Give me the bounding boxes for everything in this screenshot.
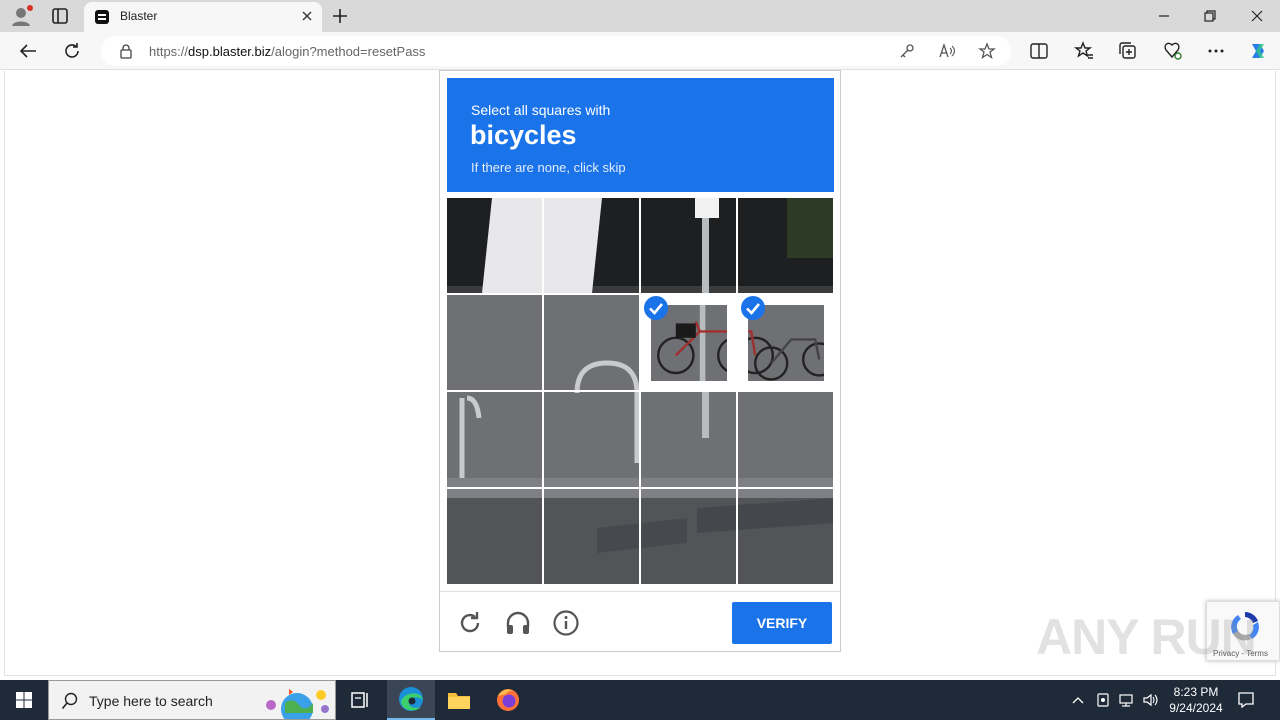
browser-tab-bar: Blaster: [0, 0, 1280, 32]
task-view-icon[interactable]: [336, 680, 384, 720]
close-tab-icon[interactable]: [300, 9, 314, 23]
blaster-favicon-icon: [95, 10, 109, 24]
show-hidden-icons-icon[interactable]: [1070, 692, 1086, 708]
captcha-tile-image: [544, 295, 639, 390]
captcha-tile[interactable]: [641, 295, 736, 390]
captcha-tile[interactable]: [738, 295, 833, 390]
volume-icon[interactable]: [1142, 692, 1158, 708]
anyrun-watermark: ANY RUN: [1036, 609, 1257, 665]
captcha-tile-image: [544, 489, 639, 584]
read-aloud-icon[interactable]: [938, 42, 956, 60]
captcha-tile[interactable]: [641, 392, 736, 487]
network-icon[interactable]: [1118, 692, 1134, 708]
windows-start-icon[interactable]: [0, 680, 48, 720]
minimize-icon[interactable]: [1154, 6, 1174, 26]
url-prefix: https://: [149, 44, 189, 59]
new-tab-icon[interactable]: [330, 6, 350, 26]
restore-icon[interactable]: [1200, 6, 1220, 26]
back-icon[interactable]: [17, 40, 39, 62]
refresh-icon[interactable]: [61, 40, 83, 62]
captcha-tile[interactable]: [544, 198, 639, 293]
captcha-tile-image: [641, 392, 736, 487]
captcha-tile[interactable]: [544, 489, 639, 584]
tab-blaster[interactable]: Blaster: [84, 2, 322, 32]
captcha-tile-image: [447, 198, 542, 293]
captcha-tile[interactable]: [447, 295, 542, 390]
captcha-tile-image: [447, 392, 542, 487]
captcha-tile[interactable]: [544, 392, 639, 487]
defender-tray-icon[interactable]: [1095, 692, 1111, 708]
split-screen-icon[interactable]: [1028, 40, 1050, 62]
url-path: /alogin?method=resetPass: [271, 44, 426, 59]
captcha-tile[interactable]: [544, 295, 639, 390]
profile-icon[interactable]: [8, 4, 36, 28]
captcha-challenge: Select all squares with bicycles If ther…: [439, 70, 841, 652]
taskbar-edge[interactable]: [387, 680, 435, 720]
captcha-tile[interactable]: [641, 198, 736, 293]
captcha-image-grid: [447, 198, 834, 585]
key-icon[interactable]: [898, 42, 916, 60]
copilot-icon[interactable]: [1247, 40, 1269, 62]
captcha-tile[interactable]: [447, 392, 542, 487]
captcha-tile-image: [738, 392, 833, 487]
captcha-tile-image: [447, 489, 542, 584]
favorite-star-icon[interactable]: [978, 42, 996, 60]
captcha-tile-image: [738, 489, 833, 584]
captcha-footer: VERIFY: [440, 591, 840, 651]
captcha-target-object: bicycles: [470, 120, 577, 150]
checkmark-icon: [644, 296, 668, 320]
info-icon[interactable]: [552, 609, 580, 637]
checkmark-icon: [741, 296, 765, 320]
clock-date: 9/24/2024: [1169, 701, 1223, 715]
browser-essentials-icon[interactable]: [1161, 40, 1183, 62]
edge-icon: [399, 687, 423, 711]
collections-icon[interactable]: [1117, 40, 1139, 62]
search-highlight-icon: [266, 689, 329, 719]
captcha-header: Select all squares with bicycles If ther…: [447, 78, 834, 192]
headphones-icon[interactable]: [504, 609, 532, 637]
captcha-tile[interactable]: [738, 198, 833, 293]
captcha-instruction: Select all squares with: [471, 102, 611, 118]
file-explorer-icon[interactable]: [435, 680, 483, 720]
browser-toolbar: https://dsp.blaster.biz/alogin?method=re…: [0, 32, 1280, 70]
more-options-icon[interactable]: [1205, 40, 1227, 62]
clock-time: 8:23 PM: [1173, 685, 1219, 699]
notification-center-icon[interactable]: [1236, 690, 1256, 710]
search-icon: [61, 692, 78, 710]
address-bar[interactable]: https://dsp.blaster.biz/alogin?method=re…: [101, 36, 1011, 66]
captcha-hint: If there are none, click skip: [471, 160, 626, 175]
captcha-tile-image: [544, 198, 639, 293]
url-text: https://dsp.blaster.biz/alogin?method=re…: [149, 44, 425, 59]
close-window-icon[interactable]: [1247, 6, 1267, 26]
windows-taskbar: Type here to search 8:23 PM 9/24/2024: [0, 680, 1280, 720]
captcha-tile-image: [641, 198, 736, 293]
captcha-tile[interactable]: [738, 489, 833, 584]
captcha-tile-image: [544, 392, 639, 487]
captcha-tile-image: [447, 295, 542, 390]
captcha-tile[interactable]: [447, 489, 542, 584]
search-placeholder: Type here to search: [89, 693, 213, 709]
tab-actions-icon[interactable]: [48, 4, 72, 28]
reload-icon[interactable]: [456, 609, 484, 637]
tab-title: Blaster: [120, 9, 158, 23]
captcha-tile-image: [738, 198, 833, 293]
favorites-icon[interactable]: [1073, 40, 1095, 62]
captcha-tile-image: [641, 489, 736, 584]
captcha-tile[interactable]: [738, 392, 833, 487]
captcha-tile[interactable]: [641, 489, 736, 584]
verify-button[interactable]: VERIFY: [732, 602, 832, 644]
taskbar-search-box[interactable]: Type here to search: [48, 680, 336, 720]
taskbar-clock[interactable]: 8:23 PM 9/24/2024: [1166, 684, 1226, 716]
url-domain: dsp.blaster.biz: [188, 44, 272, 59]
firefox-icon[interactable]: [484, 680, 532, 720]
lock-icon[interactable]: [119, 43, 133, 59]
captcha-tile[interactable]: [447, 198, 542, 293]
